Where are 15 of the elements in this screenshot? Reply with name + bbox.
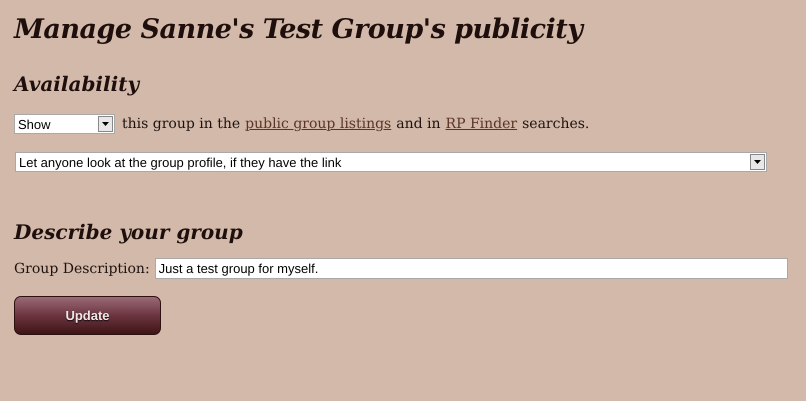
sentence-text: searches. [522, 116, 590, 132]
page-title: Manage Sanne's Test Group's publicity [14, 14, 586, 47]
sentence-text: this group in the [122, 116, 240, 132]
field-label: Group Description: [14, 260, 150, 276]
update-button[interactable]: Update [14, 296, 161, 335]
description-field[interactable]: Just a test group for myself. [154, 258, 788, 279]
link[interactable]: public group listings [245, 116, 392, 132]
profile-select[interactable]: Let anyone look at the group profile, if they have the link [15, 152, 767, 172]
select-value: Let anyone look at the group profile, if they have the link [19, 154, 342, 170]
section-heading: Availability [14, 72, 142, 98]
listing-select[interactable]: Show [14, 114, 115, 134]
select-value: Show [18, 116, 52, 132]
sentence-text: and in [396, 116, 441, 132]
section-heading: Describe your group [14, 220, 244, 246]
link[interactable]: RP Finder [446, 116, 518, 132]
